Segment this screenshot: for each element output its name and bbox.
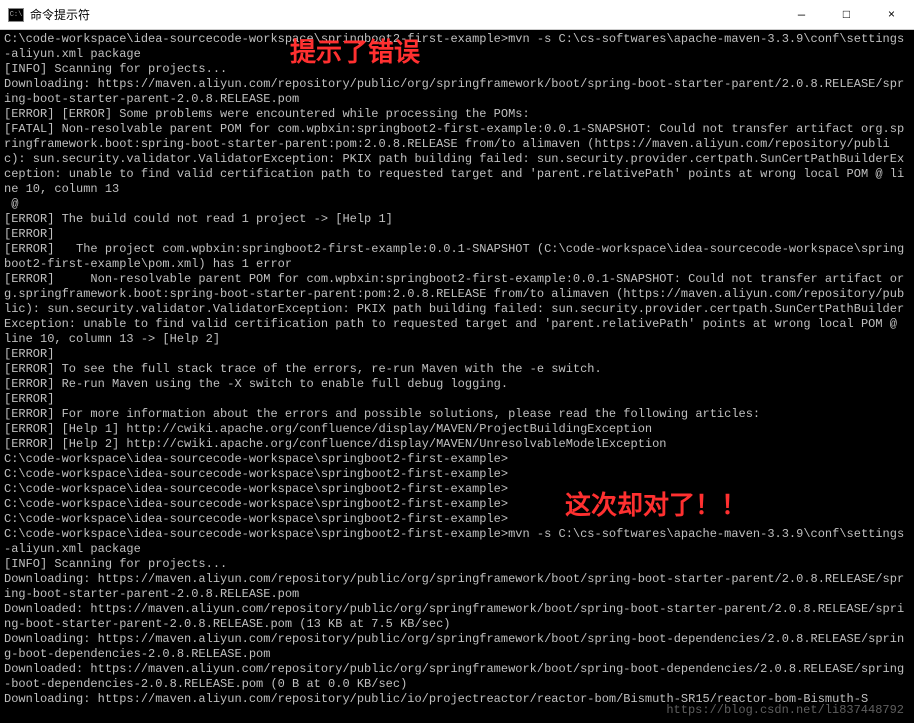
terminal-line: C:\code-workspace\idea-sourcecode-worksp… [4,527,910,557]
terminal-line: [ERROR] [Help 2] http://cwiki.apache.org… [4,437,910,452]
cmd-icon [8,8,24,22]
terminal-line: Downloaded: https://maven.aliyun.com/rep… [4,602,910,632]
terminal-line: C:\code-workspace\idea-sourcecode-worksp… [4,452,910,467]
terminal-line: [ERROR] [Help 1] http://cwiki.apache.org… [4,422,910,437]
terminal-line: C:\code-workspace\idea-sourcecode-worksp… [4,467,910,482]
terminal-line: C:\code-workspace\idea-sourcecode-worksp… [4,497,910,512]
terminal-line: Downloading: https://maven.aliyun.com/re… [4,77,910,107]
terminal-line: [ERROR] Re-run Maven using the -X switch… [4,377,910,392]
minimize-button[interactable]: — [779,0,824,30]
terminal-line: [ERROR] The project com.wpbxin:springboo… [4,242,910,272]
window-titlebar: 命令提示符 — □ × [0,0,914,30]
terminal-line: [INFO] Scanning for projects... [4,557,910,572]
terminal-output[interactable]: C:\code-workspace\idea-sourcecode-worksp… [0,30,914,709]
terminal-line: Downloading: https://maven.aliyun.com/re… [4,572,910,602]
terminal-line: [ERROR] The build could not read 1 proje… [4,212,910,227]
terminal-line: [ERROR] To see the full stack trace of t… [4,362,910,377]
terminal-line: @ [4,197,910,212]
terminal-line: [ERROR] [4,392,910,407]
terminal-line: [ERROR] For more information about the e… [4,407,910,422]
terminal-line: C:\code-workspace\idea-sourcecode-worksp… [4,32,910,62]
titlebar-left: 命令提示符 [8,6,90,23]
terminal-line: C:\code-workspace\idea-sourcecode-worksp… [4,482,910,497]
terminal-line: [ERROR] [4,227,910,242]
close-button[interactable]: × [869,0,914,30]
window-title: 命令提示符 [30,6,90,23]
window-controls: — □ × [779,0,914,30]
terminal-line: [FATAL] Non-resolvable parent POM for co… [4,122,910,197]
terminal-line: Downloading: https://maven.aliyun.com/re… [4,632,910,662]
terminal-line: [INFO] Scanning for projects... [4,62,910,77]
terminal-line: [ERROR] [ERROR] Some problems were encou… [4,107,910,122]
terminal-line: [ERROR] [4,347,910,362]
terminal-line: Downloaded: https://maven.aliyun.com/rep… [4,662,910,692]
terminal-line: Downloading: https://maven.aliyun.com/re… [4,692,910,707]
terminal-line: C:\code-workspace\idea-sourcecode-worksp… [4,512,910,527]
terminal-line: [ERROR] Non-resolvable parent POM for co… [4,272,910,347]
maximize-button[interactable]: □ [824,0,869,30]
